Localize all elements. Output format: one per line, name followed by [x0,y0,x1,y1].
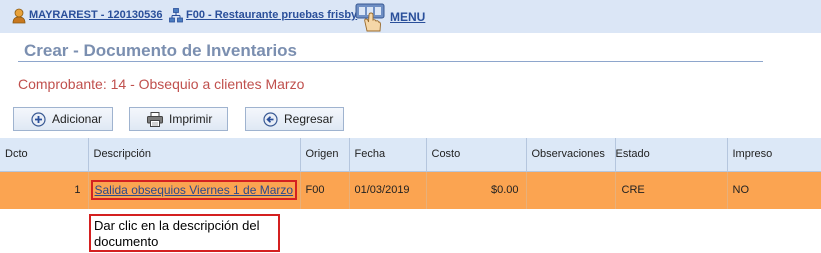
column-header-dcto[interactable]: Dcto [0,138,89,172]
top-bar: MAYRAREST - 120130536 F00 - Restaurante … [0,0,821,33]
column-header-origen[interactable]: Origen [300,138,350,172]
cell-fecha: 01/03/2019 [349,171,427,209]
plus-circle-icon [31,111,46,127]
user-icon [12,8,26,29]
page-title: Crear - Documento de Inventarios [24,41,298,60]
cell-origen: F00 [300,171,350,209]
comprobante-label: Comprobante: 14 - Obsequio a clientes Ma… [18,76,305,92]
arrow-left-circle-icon [263,111,278,127]
print-button[interactable]: Imprimir [129,107,228,131]
cell-observaciones [526,171,616,209]
user-link[interactable]: MAYRAREST - 120130536 [29,9,163,21]
column-header-costo[interactable]: Costo [426,138,527,172]
cell-costo: $0.00 [426,171,527,209]
back-button[interactable]: Regresar [245,107,344,131]
instruction-callout: Dar clic en la descripción del documento [89,214,280,252]
column-header-fecha[interactable]: Fecha [349,138,427,172]
column-header-estado[interactable]: Estado [615,138,728,172]
add-button[interactable]: Adicionar [13,107,113,131]
menu-hand-icon[interactable] [353,3,387,37]
company-link[interactable]: F00 - Restaurante pruebas frisby [186,9,357,21]
network-icon [169,8,183,28]
documents-table: Dcto Descripción Origen Fecha Costo Obse… [0,138,821,209]
column-header-descripcion[interactable]: Descripción [88,138,301,172]
table-row[interactable]: 1 Salida obsequios Viernes 1 de Marzo F0… [0,171,821,209]
printer-icon [147,111,163,127]
add-button-label: Adicionar [52,112,103,126]
back-button-label: Regresar [284,112,334,126]
column-header-observaciones[interactable]: Observaciones [526,138,616,172]
print-button-label: Imprimir [169,112,213,126]
table-header-row: Dcto Descripción Origen Fecha Costo Obse… [0,138,821,172]
cell-dcto: 1 [0,171,89,209]
menu-link[interactable]: MENU [390,10,425,24]
title-divider [18,61,763,62]
cell-descripcion: Salida obsequios Viernes 1 de Marzo [88,171,301,209]
column-header-impreso[interactable]: Impreso [727,138,821,172]
cell-estado: CRE [615,171,728,209]
document-description-link[interactable]: Salida obsequios Viernes 1 de Marzo [90,180,298,201]
cell-impreso: NO [727,171,821,209]
